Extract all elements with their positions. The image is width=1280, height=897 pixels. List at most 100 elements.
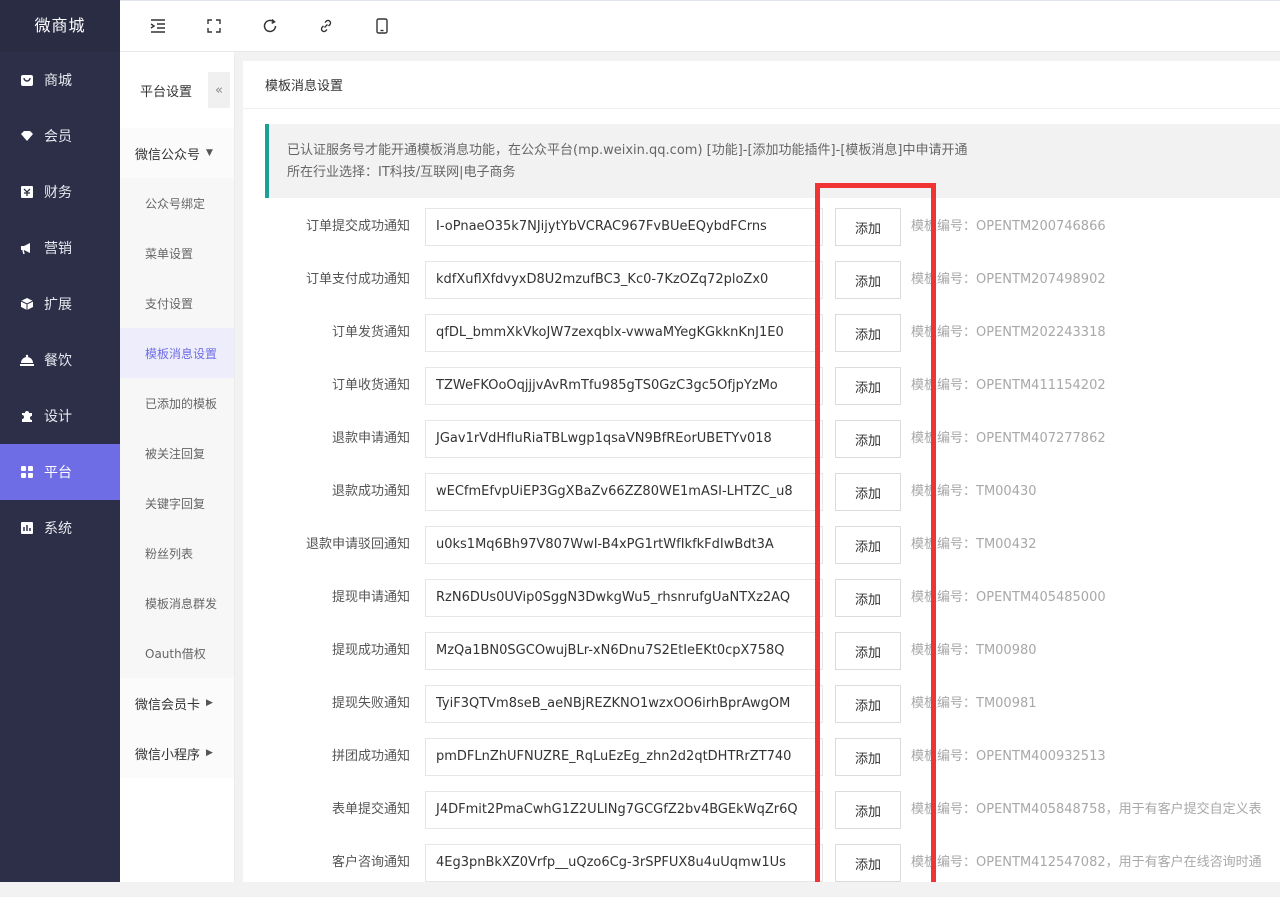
- add-template-button[interactable]: 添加: [835, 367, 901, 405]
- template-id-input[interactable]: pmDFLnZhUFNUZRE_RqLuEzEg_zhn2d2qtDHTRrZT…: [425, 738, 823, 776]
- template-id-input[interactable]: MzQa1BN0SGCOwujBLr-xN6Dnu7S2EtIeEKt0cpX7…: [425, 632, 823, 670]
- caret-right-icon: ▶: [206, 748, 213, 758]
- template-id-input[interactable]: qfDL_bmmXkVkoJW7zexqblx-vwwaMYegKGkknKnJ…: [425, 314, 823, 352]
- template-label: 提现成功通知: [331, 643, 410, 658]
- add-template-button[interactable]: 添加: [835, 473, 901, 511]
- subnav-item[interactable]: 关键字回复: [120, 478, 234, 528]
- template-label: 提现失败通知: [331, 696, 410, 711]
- add-template-button[interactable]: 添加: [835, 208, 901, 246]
- app-logo[interactable]: 微商城: [0, 0, 120, 52]
- template-label: 表单提交通知: [331, 802, 410, 817]
- fullscreen-button[interactable]: [186, 0, 242, 52]
- subnav-item[interactable]: 已添加的模板: [120, 378, 234, 428]
- template-id-input[interactable]: JGav1rVdHfIuRiaTBLwgp1qsaVN9BfREorUBETYv…: [425, 420, 823, 458]
- sidebar-nav: 商城会员财务营销扩展 餐饮设计平台 系统: [0, 52, 120, 556]
- collapse-subnav-button[interactable]: «: [208, 72, 230, 108]
- sidebar-item-1[interactable]: 会员: [0, 108, 120, 164]
- sidebar-item-5[interactable]: 餐饮: [0, 332, 120, 388]
- add-template-button[interactable]: 添加: [835, 526, 901, 564]
- sidebar-item-label: 商城: [44, 73, 72, 89]
- group-wechat-card[interactable]: 微信会员卡 ▶: [120, 678, 234, 728]
- template-id-input[interactable]: kdfXuflXfdvyxD8U2mzufBC3_Kc0-7KzOZq72plo…: [425, 261, 823, 299]
- sidebar-item-0[interactable]: 商城: [0, 52, 120, 108]
- template-id-input[interactable]: 4Eg3pnBkXZ0Vrfp__uQzo6Cg-3rSPFUX8u4uUqmw…: [425, 844, 823, 882]
- template-label: 订单提交成功通知: [305, 219, 410, 234]
- add-template-button[interactable]: 添加: [835, 420, 901, 458]
- template-id-input[interactable]: J4DFmit2PmaCwhG1Z2ULINg7GCGfZ2bv4BGEkWqZ…: [425, 791, 823, 829]
- subnav-header: 平台设置 «: [120, 52, 234, 128]
- subnav-item[interactable]: 被关注回复: [120, 428, 234, 478]
- add-template-button[interactable]: 添加: [835, 632, 901, 670]
- template-code: 模板编号：TM00432: [911, 537, 1037, 552]
- template-label: 退款申请通知: [331, 431, 410, 446]
- template-code: 模板编号：OPENTM411154202: [911, 378, 1106, 393]
- sidebar-item-7[interactable]: 平台: [0, 444, 120, 500]
- mobile-preview-button[interactable]: [354, 0, 410, 52]
- add-template-button[interactable]: 添加: [835, 314, 901, 352]
- sidebar-item-label: 设计: [44, 409, 72, 425]
- add-template-button[interactable]: 添加: [835, 791, 901, 829]
- template-code: 模板编号：OPENTM400932513: [911, 749, 1106, 764]
- group-wechat-miniapp[interactable]: 微信小程序 ▶: [120, 728, 234, 778]
- menu-toggle-button[interactable]: [130, 0, 186, 52]
- sidebar-item-8[interactable]: 系统: [0, 500, 120, 556]
- template-id-input[interactable]: TyiF3QTVm8seB_aeNBjREZKNO1wzxOO6irhBprAw…: [425, 685, 823, 723]
- group-wechat-official[interactable]: 微信公众号 ▼: [120, 128, 234, 178]
- subnav-item[interactable]: 菜单设置: [120, 228, 234, 278]
- template-row: 提现成功通知 MzQa1BN0SGCOwujBLr-xN6Dnu7S2EtIeEK…: [243, 632, 1280, 685]
- add-template-button[interactable]: 添加: [835, 844, 901, 882]
- add-template-button[interactable]: 添加: [835, 579, 901, 617]
- template-label: 拼团成功通知: [331, 749, 410, 764]
- template-code: 模板编号：OPENTM405848758，用于有客户提交自定义表: [911, 802, 1262, 817]
- menu-toggle-icon: [150, 19, 165, 33]
- subnav-item[interactable]: 公众号绑定: [120, 178, 234, 228]
- template-code: 模板编号：TM00980: [911, 643, 1037, 658]
- system-icon: [20, 521, 34, 535]
- template-label: 客户咨询通知: [331, 855, 410, 870]
- diamond-icon: [20, 129, 34, 143]
- template-id-input[interactable]: TZWeFKOoOqjjjvAvRmTfu985gTS0GzC3gc5OfjpY…: [425, 367, 823, 405]
- template-code: 模板编号：OPENTM202243318: [911, 325, 1106, 340]
- group-label: 微信小程序: [135, 747, 201, 763]
- sidebar-item-2[interactable]: 财务: [0, 164, 120, 220]
- add-template-button[interactable]: 添加: [835, 685, 901, 723]
- subnav-item[interactable]: 模板消息群发: [120, 578, 234, 628]
- template-row: 拼团成功通知 pmDFLnZhUFNUZRE_RqLuEzEg_zhn2d2qtD…: [243, 738, 1280, 791]
- fullscreen-icon: [207, 19, 221, 33]
- add-template-button[interactable]: 添加: [835, 738, 901, 776]
- template-code: 模板编号：OPENTM200746866: [911, 219, 1106, 234]
- mobile-icon: [376, 18, 388, 34]
- template-id-input[interactable]: I-oPnaeO35k7NJijytYbVCRAC967FvBUeEQybdFC…: [425, 208, 823, 246]
- template-row: 退款申请驳回通知 u0ks1Mq6Bh97V807WwI-B4xPG1rtWfIk…: [243, 526, 1280, 579]
- template-id-input[interactable]: wECfmEfvpUiEP3GgXBaZv66ZZ80WE1mASI-LHTZC…: [425, 473, 823, 511]
- add-template-button[interactable]: 添加: [835, 261, 901, 299]
- sidebar-item-label: 营销: [44, 241, 72, 257]
- link-button[interactable]: [298, 0, 354, 52]
- group-label: 微信公众号: [135, 147, 201, 163]
- sidebar-item-3[interactable]: 营销: [0, 220, 120, 276]
- template-row: 提现失败通知 TyiF3QTVm8seB_aeNBjREZKNO1wzxOO6ir…: [243, 685, 1280, 738]
- template-id-input[interactable]: RzN6DUs0UVip0SggN3DwkgWu5_rhsnrufgUaNTXz…: [425, 579, 823, 617]
- sidebar-item-4[interactable]: 扩展: [0, 276, 120, 332]
- subnav-item[interactable]: Oauth借权: [120, 628, 234, 678]
- template-id-input[interactable]: u0ks1Mq6Bh97V807WwI-B4xPG1rtWfIkfkFdIwBd…: [425, 526, 823, 564]
- refresh-button[interactable]: [242, 0, 298, 52]
- template-row: 提现申请通知 RzN6DUs0UVip0SggN3DwkgWu5_rhsnrufg…: [243, 579, 1280, 632]
- template-code: 模板编号：OPENTM405485000: [911, 590, 1106, 605]
- template-row: 订单提交成功通知 I-oPnaeO35k7NJijytYbVCRAC967FvBU…: [243, 208, 1280, 261]
- settings-subnav: 平台设置 « 微信公众号 ▼ 公众号绑定 菜单设置 支付设置 模板消息设置 已添加的模板…: [120, 52, 235, 882]
- sidebar-item-6[interactable]: 设计: [0, 388, 120, 444]
- subnav-item[interactable]: 粉丝列表: [120, 528, 234, 578]
- template-label: 退款申请驳回通知: [305, 537, 410, 552]
- cube-icon: [20, 297, 34, 311]
- finance-icon: [20, 185, 34, 199]
- top-toolbar: [120, 0, 1280, 52]
- caret-down-icon: ▼: [206, 148, 213, 158]
- template-row: 退款申请通知 JGav1rVdHfIuRiaTBLwgp1qsaVN9BfREor…: [243, 420, 1280, 473]
- subnav-item[interactable]: 模板消息设置: [120, 328, 234, 378]
- notice-line-2: 所在行业选择：IT科技/互联网|电子商务: [287, 165, 516, 180]
- refresh-icon: [263, 18, 277, 33]
- puzzle-icon: [20, 409, 34, 423]
- subnav-item[interactable]: 支付设置: [120, 278, 234, 328]
- sidebar-item-label: 财务: [44, 185, 72, 201]
